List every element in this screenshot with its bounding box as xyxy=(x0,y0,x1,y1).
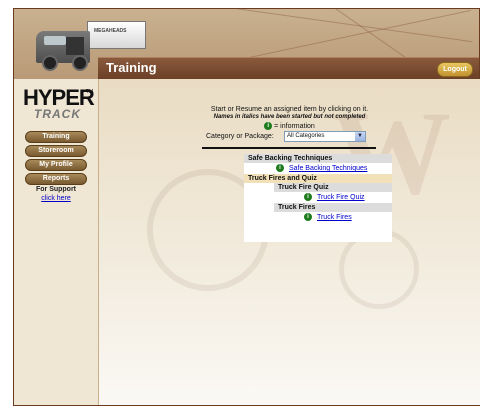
trailer-text: MEGAHEADS xyxy=(94,28,127,34)
truck-trailer-image: MEGAHEADS xyxy=(87,21,146,49)
assignment-list: Safe Backing Techniques i Safe Backing T… xyxy=(244,154,392,242)
logout-button[interactable]: Logout xyxy=(437,62,473,77)
assignment-link[interactable]: Truck Fire Quiz xyxy=(317,194,365,201)
page-title: Training xyxy=(106,60,157,75)
info-icon: i xyxy=(264,122,273,130)
map-road-line xyxy=(155,9,473,43)
truck-wheel xyxy=(42,55,58,71)
list-item: i Truck Fire Quiz xyxy=(304,193,365,202)
list-item: i Safe Backing Techniques xyxy=(276,164,367,173)
list-item: i Truck Fires xyxy=(304,213,352,222)
chevron-down-icon[interactable]: ▼ xyxy=(355,132,365,141)
category-heading: Truck Fires and Quiz xyxy=(244,174,392,183)
info-legend-text: = information xyxy=(274,122,315,130)
support-label: For Support xyxy=(35,186,77,193)
truck-window xyxy=(44,36,66,45)
info-icon[interactable]: i xyxy=(304,193,312,202)
category-heading: Safe Backing Techniques xyxy=(244,154,392,163)
divider xyxy=(202,147,376,149)
package-heading: Truck Fire Quiz xyxy=(274,183,392,192)
truck-grille xyxy=(66,37,84,55)
category-select-value: All Categories xyxy=(287,133,325,139)
italics-note: Names in italics have been started but n… xyxy=(213,114,366,120)
instruction-text: Start or Resume an assigned item by clic… xyxy=(210,106,369,113)
assignment-link[interactable]: Safe Backing Techniques xyxy=(289,165,367,172)
sidebar: HYPER TM TRACK Training Storeroom My Pro… xyxy=(14,79,98,405)
logo-hyper: HYPER xyxy=(23,85,95,110)
assignment-link[interactable]: Truck Fires xyxy=(317,214,352,221)
category-filter: Category or Package: All Categories ▼ xyxy=(99,131,480,143)
logo-track: TRACK xyxy=(34,107,81,121)
package-heading: Truck Fires xyxy=(274,203,392,212)
category-select[interactable]: All Categories ▼ xyxy=(284,131,366,142)
hypertrack-logo: HYPER TM TRACK xyxy=(23,85,95,131)
logo-tm: TM xyxy=(86,89,94,95)
nav-reports-button[interactable]: Reports xyxy=(25,173,87,185)
info-icon[interactable]: i xyxy=(304,213,312,222)
truck-wheel xyxy=(72,55,88,71)
category-label: Category or Package: xyxy=(206,133,274,140)
support-link[interactable]: click here xyxy=(14,195,98,202)
nav-storeroom-button[interactable]: Storeroom xyxy=(25,145,87,157)
main-content: W Start or Resume an assigned item by cl… xyxy=(98,79,480,405)
info-icon[interactable]: i xyxy=(276,164,284,173)
nav-training-button[interactable]: Training xyxy=(25,131,87,143)
nav-my-profile-button[interactable]: My Profile xyxy=(25,159,87,171)
info-legend: i = information xyxy=(99,122,480,130)
title-bar: Training Logout xyxy=(98,57,479,80)
app-frame: MEGAHEADS Training Logout HYPER TM TRACK… xyxy=(13,8,480,406)
